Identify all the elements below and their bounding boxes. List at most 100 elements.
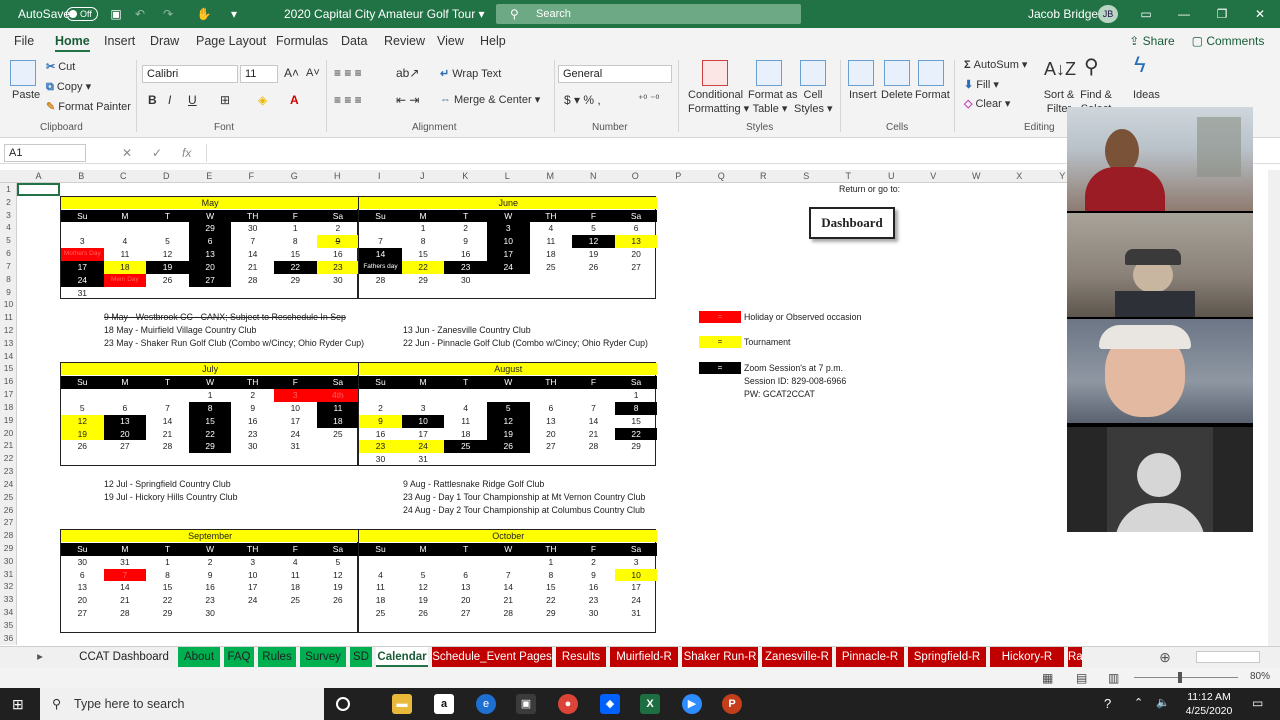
day-cell[interactable]: 25 [530,261,573,274]
row-header-36[interactable]: 36 [0,632,17,645]
day-cell[interactable]: 26 [146,274,189,287]
day-cell[interactable]: 23 [359,440,402,454]
sheet-tab-survey[interactable]: Survey [300,647,346,667]
format-painter-button[interactable]: ✎ Format Painter [46,100,131,114]
day-cell[interactable]: 19 [402,594,445,607]
column-header-n[interactable]: N [572,170,615,183]
column-header-m[interactable]: M [529,170,572,183]
row-header-35[interactable]: 35 [0,619,17,632]
day-cell[interactable] [487,556,530,569]
font-size-select[interactable]: 11 [240,65,278,83]
row-header-11[interactable]: 11 [0,311,17,324]
column-header-k[interactable]: K [444,170,487,183]
day-cell[interactable] [146,222,189,235]
day-cell[interactable] [231,287,274,300]
day-cell[interactable]: 5 [572,222,615,235]
column-header-c[interactable]: C [102,170,145,183]
day-cell[interactable] [61,389,104,402]
speaker-icon[interactable]: 🔈 [1156,696,1170,709]
day-cell[interactable]: 12 [317,569,360,582]
day-cell[interactable]: 13 [61,581,104,594]
day-cell[interactable] [274,453,317,466]
day-cell[interactable]: 4 [359,569,402,582]
italic-icon[interactable]: I [168,93,171,107]
row-header-21[interactable]: 21 [0,439,17,452]
column-header-q[interactable]: Q [700,170,743,183]
row-header-24[interactable]: 24 [0,478,17,491]
day-cell[interactable]: 18 [444,428,487,441]
sheet-tab-ccat-dashboard[interactable]: CCAT Dashboard [74,647,174,667]
sheet-tab-hickory-r[interactable]: Hickory-R [990,647,1064,667]
day-cell[interactable] [104,389,147,402]
decrease-font-icon[interactable]: A˅ [306,66,320,80]
autosave-toggle[interactable]: Off [66,7,98,21]
day-cell[interactable]: 23 [316,260,360,274]
day-cell[interactable]: 16 [231,415,274,428]
day-cell[interactable] [104,620,147,633]
row-header-34[interactable]: 34 [0,606,17,619]
row-header-26[interactable]: 26 [0,504,17,517]
row-header-9[interactable]: 9 [0,286,17,299]
day-cell[interactable]: 18 [103,260,147,274]
row-header-16[interactable]: 16 [0,375,17,388]
day-cell[interactable] [530,620,573,633]
day-cell[interactable] [189,287,232,300]
day-cell[interactable]: 25 [274,594,317,607]
day-cell[interactable]: 7 [572,402,615,415]
day-cell[interactable]: 29 [274,274,317,287]
tab-help[interactable]: Help [480,28,506,54]
format-as-table-button[interactable]: Format as Table ▾ [748,88,798,116]
align-left-icon[interactable]: ≡ ≡ ≡ [334,93,362,107]
column-header-d[interactable]: D [145,170,188,183]
tab-draw[interactable]: Draw [150,28,179,54]
day-cell[interactable]: 29 [530,607,573,620]
day-cell[interactable] [359,620,402,633]
zoom-level[interactable]: 80% [1250,671,1270,682]
day-cell[interactable] [231,453,274,466]
day-cell[interactable]: 28 [146,440,189,453]
day-cell[interactable]: 30 [231,440,274,453]
day-cell[interactable]: 19 [572,248,615,261]
day-cell[interactable]: 10 [274,402,317,415]
day-cell[interactable] [146,287,189,300]
day-cell[interactable]: 14 [572,415,615,428]
sheet-tab-about[interactable]: About [178,647,220,667]
day-cell[interactable] [530,274,573,287]
day-cell[interactable]: 23 [231,428,274,441]
day-cell[interactable]: 22 [188,427,232,441]
powerpoint-icon[interactable]: P [722,694,742,714]
day-cell[interactable]: 24 [486,260,530,274]
day-cell[interactable]: 29 [146,607,189,620]
day-cell[interactable]: 12 [61,414,104,428]
day-cell[interactable]: 2 [444,222,487,235]
day-cell[interactable]: 10 [486,235,530,249]
fill-color-icon[interactable]: ◈ [258,93,267,107]
minimize-icon[interactable]: — [1176,0,1192,28]
enter-icon[interactable]: ✓ [152,144,162,162]
day-cell[interactable]: 16 [359,428,402,441]
row-header-31[interactable]: 31 [0,568,17,581]
day-cell[interactable]: Mem Day [103,273,147,287]
row-header-32[interactable]: 32 [0,580,17,593]
day-cell[interactable]: 14 [359,248,402,261]
day-cell[interactable]: 2 [359,402,402,415]
undo-icon[interactable]: ↶ [132,0,148,28]
day-cell[interactable]: 8 [274,235,317,248]
day-cell[interactable]: 13 [444,581,487,594]
zoom-icon[interactable]: ▶ [682,694,702,714]
copy-button[interactable]: ⧉ Copy ▾ [46,80,91,94]
row-header-7[interactable]: 7 [0,260,17,273]
day-cell[interactable]: 8 [146,569,189,582]
day-cell[interactable]: 1 [274,222,317,235]
row-header-29[interactable]: 29 [0,542,17,555]
day-cell[interactable]: 25 [444,440,487,454]
day-cell[interactable]: 13 [530,415,573,428]
column-header-g[interactable]: G [273,170,316,183]
day-cell[interactable] [359,556,402,569]
delete-cells-button[interactable]: Delete [881,88,913,102]
tab-file[interactable]: File [14,28,34,54]
tab-home[interactable]: Home [55,28,90,54]
day-cell[interactable]: 12 [572,235,615,249]
selected-cell-a1[interactable] [17,183,60,196]
insert-function-icon[interactable]: fx [182,144,191,162]
